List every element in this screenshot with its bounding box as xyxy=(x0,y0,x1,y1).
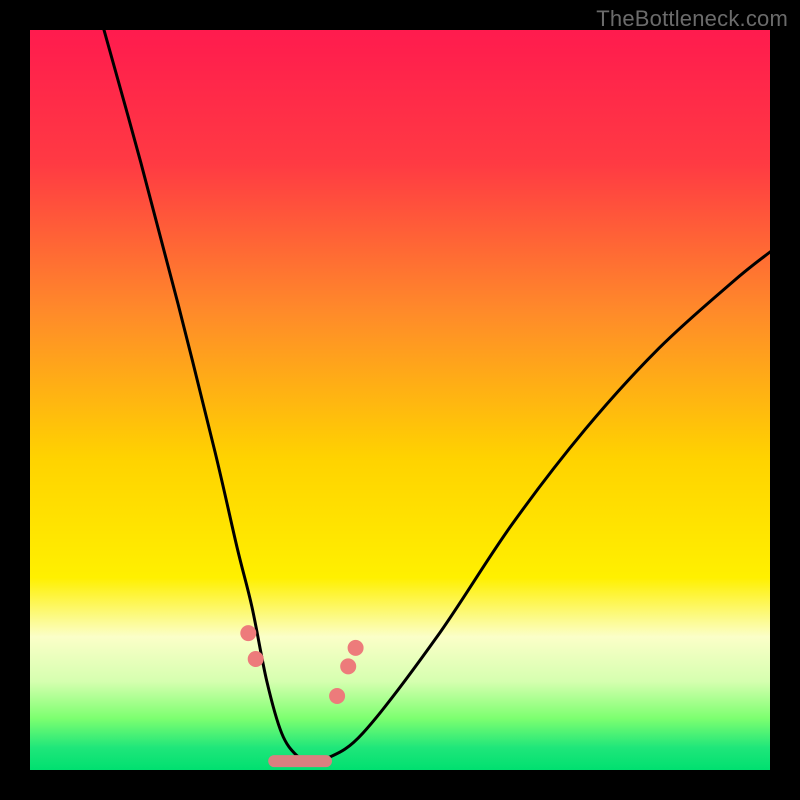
curve-layer xyxy=(30,30,770,770)
curve-marker-dot xyxy=(248,651,264,667)
plot-area xyxy=(30,30,770,770)
curve-marker-dot xyxy=(329,688,345,704)
attribution-text: TheBottleneck.com xyxy=(596,6,788,32)
curve-marker-dot xyxy=(340,658,356,674)
curve-marker-dot xyxy=(348,640,364,656)
chart-frame: TheBottleneck.com xyxy=(0,0,800,800)
curve-marker-dot xyxy=(240,625,256,641)
bottleneck-curve xyxy=(104,30,770,763)
